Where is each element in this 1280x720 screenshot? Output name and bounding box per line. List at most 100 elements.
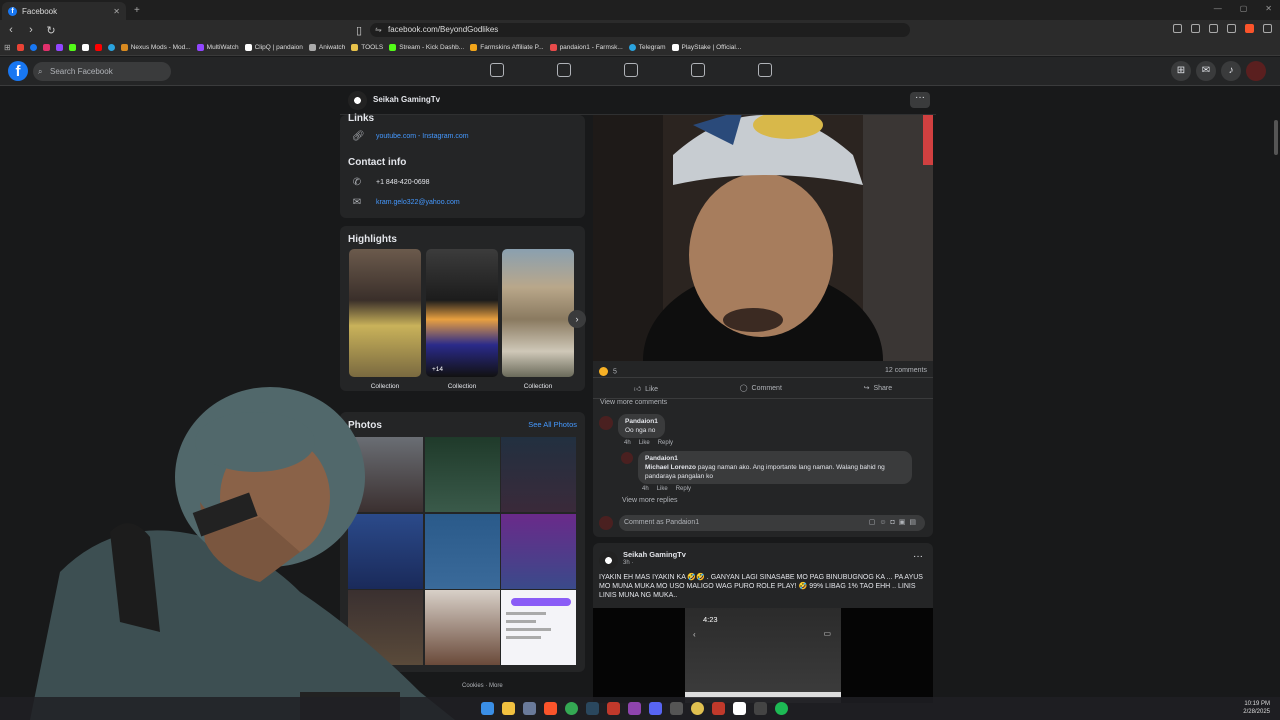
photo-thumbnail[interactable] [501, 437, 576, 512]
close-window-icon[interactable]: ✕ [1265, 4, 1272, 13]
bookmark-mail-icon[interactable] [16, 44, 24, 51]
bookmark-facebook-icon[interactable] [29, 44, 37, 51]
reply-mention[interactable]: Michael Lorenzo [645, 464, 696, 471]
post-image[interactable] [593, 115, 933, 361]
reply-author[interactable]: Pandaion1 [645, 454, 905, 463]
bookmark-app-icon[interactable] [42, 44, 50, 51]
view-more-comments-link[interactable]: View more comments [600, 399, 667, 406]
links-text[interactable]: youtube.com - Instagram.com [376, 133, 469, 140]
bookmark-item[interactable]: Stream - Kick Dashb... [389, 44, 464, 51]
search-input[interactable]: ⌕ Search Facebook [33, 62, 171, 81]
share-button[interactable]: ↪ Share [864, 384, 893, 392]
comment-reply-link[interactable]: Reply [658, 440, 673, 446]
app-icon[interactable] [670, 702, 683, 715]
bookmark-item[interactable]: Farmskins Affiliate P... [470, 44, 544, 51]
see-all-photos-link[interactable]: See All Photos [528, 420, 577, 429]
profile-avatar[interactable] [1246, 61, 1266, 81]
app-icon[interactable] [628, 702, 641, 715]
post-video[interactable]: 4:23 ‹ ▭ [593, 608, 933, 703]
photo-thumbnail[interactable] [501, 514, 576, 589]
system-clock[interactable]: 10:19 PM 2/28/2025 [1243, 700, 1270, 716]
bookmark-item[interactable]: MultiWatch [196, 44, 239, 51]
page-name[interactable]: Seikah GamingTv [373, 95, 440, 104]
bookmark-folder[interactable]: TOOLS [351, 44, 383, 51]
forward-icon[interactable]: › [26, 24, 36, 36]
maximize-icon[interactable]: ▢ [1240, 4, 1248, 13]
like-button[interactable]: 👍︎ Like [634, 384, 658, 393]
calendar-icon[interactable] [758, 63, 772, 77]
reply-avatar[interactable] [621, 452, 633, 464]
highlight-item[interactable]: Collection [502, 249, 574, 390]
file-explorer-icon[interactable] [502, 702, 515, 715]
close-tab-icon[interactable]: ✕ [113, 7, 120, 16]
notifications-icon[interactable]: ♪ [1221, 61, 1241, 81]
reply-reply-link[interactable]: Reply [676, 486, 691, 492]
reload-icon[interactable]: ↻ [46, 24, 56, 37]
reply-like-link[interactable]: Like [657, 486, 668, 492]
facebook-logo-icon[interactable]: f [8, 61, 28, 81]
more-options-button[interactable]: ··· [910, 92, 930, 108]
megaphone-icon[interactable] [691, 63, 705, 77]
steam-icon[interactable] [586, 702, 599, 715]
menu-grid-icon[interactable]: ⊞ [1171, 61, 1191, 81]
email-link[interactable]: kram.gelo322@yahoo.com [376, 199, 460, 206]
post-author[interactable]: Seikah GamingTv [623, 550, 686, 559]
post-options-icon[interactable]: ··· [913, 551, 923, 562]
highlight-item[interactable]: +14 Collection [426, 249, 498, 390]
bookmark-twitch-icon[interactable] [55, 44, 63, 51]
chevron-right-icon[interactable]: › [568, 310, 586, 328]
author-avatar[interactable] [599, 551, 618, 570]
post-time[interactable]: 3h · [623, 560, 633, 566]
store-icon[interactable] [523, 702, 536, 715]
comment-count[interactable]: 12 comments [885, 367, 927, 374]
app-icon[interactable] [607, 702, 620, 715]
bookmark-youtube-icon[interactable] [94, 44, 102, 51]
start-icon[interactable] [481, 702, 494, 715]
bookmark-item[interactable]: Nexus Mods - Mod... [120, 44, 191, 51]
reaction-count[interactable]: 5 [613, 368, 617, 375]
browser-tab[interactable]: f Facebook ✕ [2, 2, 126, 20]
sidebar-icon[interactable] [1209, 24, 1218, 33]
app-icon[interactable] [691, 702, 704, 715]
comment-time[interactable]: 4h [624, 440, 631, 446]
wallet-icon[interactable] [1191, 24, 1200, 33]
highlight-item[interactable]: Collection [349, 249, 421, 390]
bookmark-item[interactable]: PlayStake | Official... [671, 44, 741, 51]
haha-reaction-icon[interactable] [599, 367, 608, 376]
bookmark-item[interactable]: pandaion1 - Farmsk... [549, 44, 623, 51]
marketplace-icon[interactable] [624, 63, 638, 77]
back-icon[interactable]: ‹ [6, 24, 16, 36]
photo-thumbnail[interactable] [501, 590, 576, 665]
tabs-icon[interactable] [1227, 24, 1236, 33]
commenter-avatar[interactable] [599, 416, 613, 430]
bookmark-icon[interactable]: ▯ [354, 24, 364, 37]
bookmark-item[interactable]: Telegram [628, 44, 666, 51]
footer-links[interactable]: Cookies · More [462, 683, 503, 689]
app-icon[interactable] [712, 702, 725, 715]
messenger-icon[interactable]: ✉ [1196, 61, 1216, 81]
flag-icon[interactable] [557, 63, 571, 77]
comment-input[interactable]: Comment as Pandaion1 ▢☺◘▣▤ [619, 515, 925, 531]
comment-author[interactable]: Pandaion1 [625, 417, 658, 426]
bookmark-item[interactable]: Aniwatch [308, 44, 345, 51]
reply-time[interactable]: 4h [642, 486, 649, 492]
chrome-icon[interactable] [565, 702, 578, 715]
url-field[interactable]: ⇋ facebook.com/BeyondGodlikes [370, 23, 910, 37]
comment-tools-icon[interactable]: ▢☺◘▣▤ [869, 515, 920, 531]
extensions-icon[interactable] [1173, 24, 1182, 33]
bookmark-globe-icon[interactable] [107, 44, 115, 51]
comment-like-link[interactable]: Like [639, 440, 650, 446]
comment-button[interactable]: ◯ Comment [740, 384, 782, 392]
view-more-replies-link[interactable]: View more replies [622, 497, 678, 504]
home-icon[interactable] [490, 63, 504, 77]
spotify-icon[interactable] [775, 702, 788, 715]
app-icon[interactable] [754, 702, 767, 715]
scrollbar[interactable] [1274, 120, 1278, 155]
bookmark-tiktok-icon[interactable] [81, 44, 89, 51]
minimize-icon[interactable]: — [1214, 4, 1222, 13]
brave-browser-icon[interactable] [544, 702, 557, 715]
menu-icon[interactable] [1263, 24, 1272, 33]
apps-grid-icon[interactable]: ⊞ [4, 43, 11, 52]
discord-icon[interactable] [649, 702, 662, 715]
page-avatar[interactable] [348, 91, 367, 110]
